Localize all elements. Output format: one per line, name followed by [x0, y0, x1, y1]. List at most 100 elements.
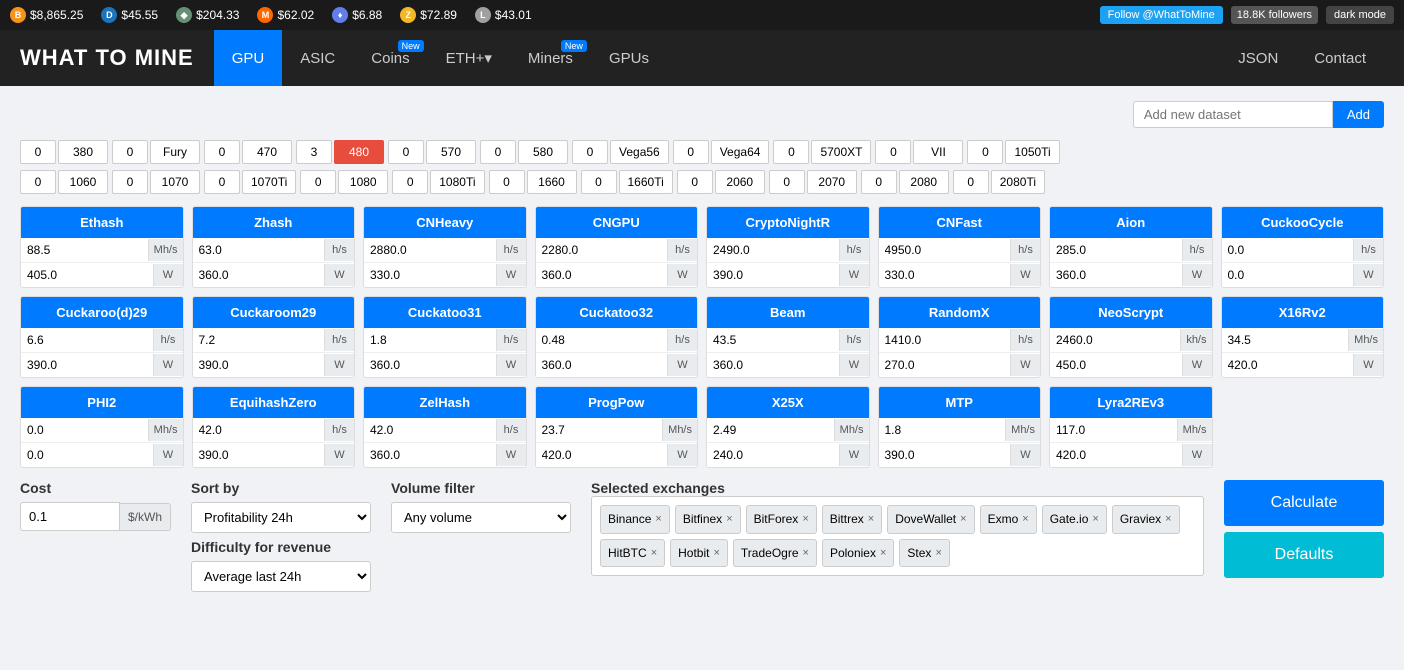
calculate-button[interactable]: Calculate [1224, 480, 1384, 526]
algo-hashrate-input[interactable] [879, 238, 1011, 262]
volume-select[interactable]: Any volume> $1k> $10k> $100k [391, 502, 571, 533]
algo-header[interactable]: X25X [707, 387, 869, 418]
nav-right-item-contact[interactable]: Contact [1296, 30, 1384, 86]
gpu-label-btn[interactable]: Vega64 [711, 140, 770, 164]
algo-hashrate-input[interactable] [21, 238, 148, 262]
gpu-count-input[interactable] [20, 170, 56, 194]
algo-hashrate-input[interactable] [1222, 328, 1349, 352]
algo-power-input[interactable] [193, 443, 325, 467]
algo-hashrate-input[interactable] [1050, 328, 1180, 352]
algo-hashrate-input[interactable] [536, 418, 663, 442]
algo-hashrate-input[interactable] [1222, 238, 1354, 262]
gpu-count-input[interactable] [112, 140, 148, 164]
algo-header[interactable]: ZelHash [364, 387, 526, 418]
algo-power-input[interactable] [536, 353, 668, 377]
algo-header[interactable]: CNHeavy [364, 207, 526, 238]
algo-power-input[interactable] [707, 443, 839, 467]
gpu-count-input[interactable] [572, 140, 608, 164]
algo-power-input[interactable] [879, 263, 1011, 287]
algo-header[interactable]: ProgPow [536, 387, 698, 418]
exchange-remove[interactable]: × [935, 547, 941, 559]
gpu-count-input[interactable] [480, 140, 516, 164]
algo-header[interactable]: Cuckatoo32 [536, 297, 698, 328]
nav-item-gpus[interactable]: GPUs [591, 30, 667, 86]
algo-hashrate-input[interactable] [21, 328, 153, 352]
algo-power-input[interactable] [21, 263, 153, 287]
algo-power-input[interactable] [1050, 443, 1182, 467]
algo-power-input[interactable] [707, 353, 839, 377]
sort-select[interactable]: Profitability 24hProfitability 1hRevenue… [191, 502, 371, 533]
algo-power-input[interactable] [707, 263, 839, 287]
algo-header[interactable]: Ethash [21, 207, 183, 238]
exchange-remove[interactable]: × [880, 547, 886, 559]
gpu-count-input[interactable] [204, 170, 240, 194]
algo-power-input[interactable] [1222, 353, 1354, 377]
algo-power-input[interactable] [193, 263, 325, 287]
gpu-count-input[interactable] [204, 140, 240, 164]
gpu-count-input[interactable] [296, 140, 332, 164]
dataset-input[interactable] [1133, 101, 1333, 128]
algo-power-input[interactable] [879, 443, 1011, 467]
algo-header[interactable]: CNFast [879, 207, 1041, 238]
gpu-count-input[interactable] [861, 170, 897, 194]
defaults-button[interactable]: Defaults [1224, 532, 1384, 578]
algo-header[interactable]: Zhash [193, 207, 355, 238]
gpu-label-btn[interactable]: 1060 [58, 170, 108, 194]
exchange-remove[interactable]: × [1022, 513, 1028, 525]
algo-header[interactable]: PHI2 [21, 387, 183, 418]
algo-header[interactable]: MTP [879, 387, 1041, 418]
gpu-label-btn[interactable]: 1070Ti [242, 170, 296, 194]
algo-hashrate-input[interactable] [707, 418, 834, 442]
gpu-label-btn[interactable]: 1050Ti [1005, 140, 1059, 164]
cost-input[interactable] [20, 502, 120, 531]
algo-header[interactable]: Aion [1050, 207, 1212, 238]
exchange-remove[interactable]: × [960, 513, 966, 525]
gpu-label-btn[interactable]: 2080Ti [991, 170, 1045, 194]
exchange-remove[interactable]: × [1165, 513, 1171, 525]
algo-hashrate-input[interactable] [536, 238, 668, 262]
algo-power-input[interactable] [193, 353, 325, 377]
gpu-label-btn[interactable]: 470 [242, 140, 292, 164]
gpu-count-input[interactable] [489, 170, 525, 194]
algo-power-input[interactable] [879, 353, 1011, 377]
algo-power-input[interactable] [364, 263, 496, 287]
gpu-label-btn[interactable]: 480 [334, 140, 384, 164]
gpu-count-input[interactable] [581, 170, 617, 194]
gpu-label-btn[interactable]: 2060 [715, 170, 765, 194]
exchange-remove[interactable]: × [802, 513, 808, 525]
difficulty-select[interactable]: Average last 24hCurrentAverage last 7d [191, 561, 371, 592]
algo-hashrate-input[interactable] [1050, 238, 1182, 262]
gpu-label-btn[interactable]: 2080 [899, 170, 949, 194]
gpu-label-btn[interactable]: 580 [518, 140, 568, 164]
gpu-label-btn[interactable]: 570 [426, 140, 476, 164]
nav-item-eth[interactable]: ETH+ ▾ [428, 30, 510, 86]
exchange-remove[interactable]: × [655, 513, 661, 525]
algo-power-input[interactable] [21, 353, 153, 377]
gpu-label-btn[interactable]: 1080Ti [430, 170, 484, 194]
algo-header[interactable]: CryptoNightR [707, 207, 869, 238]
algo-header[interactable]: Beam [707, 297, 869, 328]
algo-hashrate-input[interactable] [364, 418, 496, 442]
gpu-label-btn[interactable]: 2070 [807, 170, 857, 194]
gpu-label-btn[interactable]: 1070 [150, 170, 200, 194]
nav-item-gpu[interactable]: GPU [214, 30, 283, 86]
algo-hashrate-input[interactable] [707, 238, 839, 262]
gpu-label-btn[interactable]: 1660 [527, 170, 577, 194]
algo-hashrate-input[interactable] [364, 328, 496, 352]
algo-header[interactable]: Cuckatoo31 [364, 297, 526, 328]
algo-header[interactable]: Cuckaroo(d)29 [21, 297, 183, 328]
exchange-remove[interactable]: × [726, 513, 732, 525]
algo-header[interactable]: EquihashZero [193, 387, 355, 418]
algo-header[interactable]: RandomX [879, 297, 1041, 328]
algo-header[interactable]: Cuckaroom29 [193, 297, 355, 328]
algo-power-input[interactable] [364, 353, 496, 377]
algo-power-input[interactable] [536, 263, 668, 287]
algo-hashrate-input[interactable] [193, 328, 325, 352]
algo-power-input[interactable] [21, 443, 153, 467]
algo-power-input[interactable] [364, 443, 496, 467]
nav-item-miners[interactable]: MinersNew [510, 30, 591, 86]
exchange-remove[interactable]: × [1092, 513, 1098, 525]
nav-right-item-json[interactable]: JSON [1220, 30, 1296, 86]
gpu-label-btn[interactable]: 5700XT [811, 140, 871, 164]
algo-hashrate-input[interactable] [21, 418, 148, 442]
